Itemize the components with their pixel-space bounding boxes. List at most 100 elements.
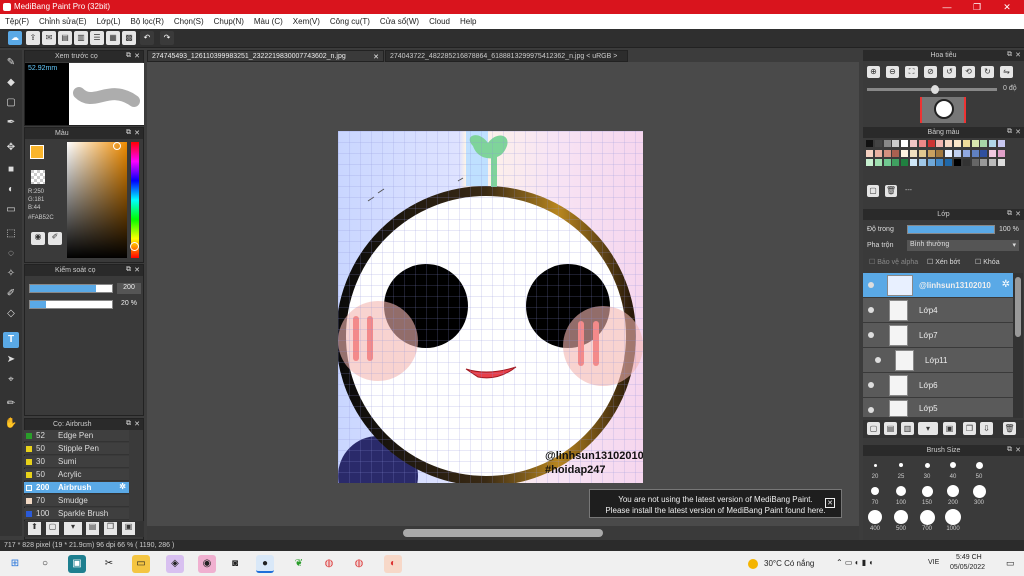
- palette-swatch[interactable]: [998, 140, 1005, 147]
- palette-swatch[interactable]: [901, 159, 909, 166]
- popout-icon[interactable]: ⧉: [126, 420, 131, 428]
- palette-swatch[interactable]: [892, 149, 900, 157]
- brush-size-option[interactable]: [924, 462, 930, 468]
- gear-icon[interactable]: ✲: [1002, 279, 1010, 290]
- delete-layer-icon[interactable]: 🗑: [1003, 422, 1016, 435]
- tray-icons[interactable]: ⌃ ▭ ◐ ▮ ◖: [836, 558, 873, 567]
- palette-swatch[interactable]: [927, 159, 935, 166]
- capcut-icon[interactable]: ✂: [100, 555, 118, 573]
- layer-item[interactable]: Lớp11: [863, 348, 1013, 373]
- palette-swatch[interactable]: [954, 149, 961, 157]
- weather-icon[interactable]: [748, 559, 758, 569]
- new-layer-1bit-icon[interactable]: ▥: [901, 422, 914, 435]
- layer-scrollbar[interactable]: [1013, 273, 1023, 418]
- palette-swatch[interactable]: [989, 149, 997, 157]
- brush-size-option[interactable]: [896, 486, 906, 496]
- palette-swatch[interactable]: [910, 159, 917, 166]
- list-icon[interactable]: ☰: [90, 31, 104, 45]
- select-eraser-icon[interactable]: ◇: [3, 306, 19, 322]
- horizontal-scrollbar[interactable]: [147, 526, 859, 540]
- popout-icon[interactable]: ⧉: [126, 52, 131, 60]
- palette-swatch[interactable]: [866, 149, 873, 157]
- tab-document-1[interactable]: 274745493_126110399983251_23222198300077…: [147, 50, 384, 62]
- eye-icon[interactable]: [868, 282, 874, 288]
- eraser-tool-icon[interactable]: ◆: [3, 75, 19, 91]
- brush-menu-icon[interactable]: ▾: [64, 522, 82, 535]
- palette-swatch[interactable]: [927, 140, 935, 147]
- palette-swatch[interactable]: [989, 159, 997, 166]
- blend-mode-select[interactable]: Bình thường ▾: [907, 240, 1019, 251]
- palette-swatch[interactable]: [998, 149, 1005, 157]
- alpha-protect-checkbox[interactable]: ☐ Bảo vệ alpha: [869, 258, 918, 266]
- brush-item-selected[interactable]: 200 Airbrush ✲: [24, 482, 129, 494]
- brush-doc-icon[interactable]: ▤: [86, 522, 99, 535]
- brush-size-grid[interactable]: 20 25 30 40 50 70 100 150 200 300 400 500 700 1000: [863, 457, 1013, 540]
- popout-icon[interactable]: ⧉: [1007, 210, 1012, 218]
- palette-swatch[interactable]: [927, 149, 935, 157]
- pen-tool-icon[interactable]: ✒: [3, 115, 19, 131]
- brush-size-option[interactable]: [873, 463, 877, 467]
- layer-item-selected[interactable]: @linhsun13102010 ✲: [863, 273, 1013, 298]
- palette-swatch[interactable]: [936, 140, 944, 147]
- brush-item[interactable]: 100 Sparkle Brush: [24, 508, 129, 520]
- palette-swatch[interactable]: [901, 140, 909, 147]
- palette-swatch[interactable]: [874, 159, 882, 166]
- close-icon[interactable]: ✕: [134, 129, 140, 137]
- zoom-in-icon[interactable]: ⊕: [867, 66, 880, 78]
- palette-swatch[interactable]: [866, 140, 873, 147]
- palette-swatch[interactable]: [901, 149, 909, 157]
- menu-filter[interactable]: Bộ lọc(R): [126, 14, 169, 26]
- eyedrop-icon[interactable]: ✐: [48, 232, 62, 245]
- eye-icon[interactable]: [868, 307, 874, 313]
- palette-swatch[interactable]: [918, 140, 926, 147]
- eye-icon[interactable]: [868, 407, 874, 413]
- brush-item[interactable]: 70 Smudge: [24, 495, 129, 507]
- popout-icon[interactable]: ⧉: [126, 129, 131, 137]
- palette-delete-icon[interactable]: 🗑: [885, 185, 897, 197]
- operation-tool-icon[interactable]: ➤: [3, 352, 19, 368]
- select-tool-icon[interactable]: ⬚: [3, 226, 19, 242]
- camera-icon[interactable]: ◙: [226, 555, 244, 573]
- menu-layer[interactable]: Lớp(L): [92, 14, 126, 26]
- brush-size-option[interactable]: [899, 463, 903, 467]
- brush-item[interactable]: 52 Edge Pen: [24, 430, 129, 442]
- palette-swatch[interactable]: [945, 140, 953, 147]
- rect-select-tool-icon[interactable]: ▢: [3, 95, 19, 111]
- palette-swatch[interactable]: [998, 159, 1005, 166]
- brush-copy-icon[interactable]: ❐: [104, 522, 117, 535]
- secondary-color-swatch[interactable]: [31, 170, 45, 184]
- close-icon[interactable]: ✕: [1015, 51, 1021, 59]
- menu-tools[interactable]: Công cụ(T): [325, 14, 375, 26]
- brush-size-option[interactable]: [947, 485, 959, 497]
- rotate-left-icon[interactable]: ↺: [943, 66, 956, 78]
- brush-tool-icon[interactable]: ✎: [3, 55, 19, 71]
- popout-icon[interactable]: ⧉: [126, 266, 131, 274]
- close-icon[interactable]: ✕: [1015, 128, 1021, 136]
- palette-swatch[interactable]: [980, 140, 988, 147]
- palette-swatch[interactable]: [954, 159, 961, 166]
- select-pen-icon[interactable]: ✐: [3, 286, 19, 302]
- palette-swatch[interactable]: [936, 159, 944, 166]
- palette-swatch[interactable]: [874, 149, 882, 157]
- layer-item[interactable]: Lớp4: [863, 298, 1013, 323]
- cloud-icon[interactable]: ☁: [8, 31, 22, 45]
- palette-swatch[interactable]: [962, 149, 970, 157]
- scroll-thumb[interactable]: [403, 529, 603, 537]
- brush-item[interactable]: 50 Acrylic: [24, 469, 129, 481]
- picker-cursor[interactable]: [113, 142, 121, 150]
- palette-swatch[interactable]: [945, 149, 953, 157]
- undo-icon[interactable]: ↶: [140, 31, 154, 45]
- close-icon[interactable]: ✕: [134, 52, 140, 60]
- file-explorer-icon[interactable]: ▭: [132, 555, 150, 573]
- grid-icon[interactable]: ▦: [106, 31, 120, 45]
- fill-tool-icon[interactable]: ◐: [3, 182, 19, 198]
- brush-size-option[interactable]: [950, 462, 956, 468]
- eye-icon[interactable]: [868, 382, 874, 388]
- brush-size-slider[interactable]: [29, 284, 113, 293]
- new-layer-icon[interactable]: ▢: [867, 422, 880, 435]
- flip-icon[interactable]: ⇋: [1000, 66, 1013, 78]
- brush-size-option[interactable]: [975, 461, 983, 469]
- zoom-out-icon[interactable]: ⊖: [886, 66, 899, 78]
- clock-time[interactable]: 5:49 CH: [956, 554, 982, 561]
- menu-window[interactable]: Cửa sổ(W): [375, 14, 424, 26]
